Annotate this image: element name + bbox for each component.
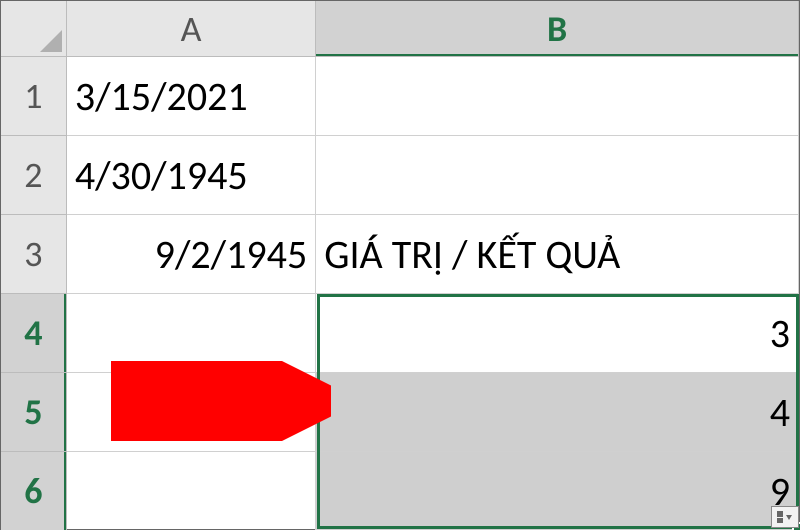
select-all-triangle-icon (40, 30, 62, 52)
cell-B3[interactable]: GIÁ TRỊ / KẾT QUẢ (316, 215, 799, 294)
row-1: 1 3/15/2021 (1, 57, 799, 136)
cell-B6[interactable]: 9 (316, 452, 799, 530)
row-header-2-label: 2 (24, 153, 42, 197)
cell-A1[interactable]: 3/15/2021 (67, 57, 316, 136)
spreadsheet-grid: A B 1 3/15/2021 2 4/30/1945 3 (1, 1, 799, 529)
cell-B4[interactable]: 3 (316, 294, 799, 373)
cell-B5[interactable]: 4 (316, 373, 799, 452)
cell-A3-value: 9/2/1945 (155, 230, 308, 279)
cell-B2[interactable] (316, 136, 799, 215)
row-2: 2 4/30/1945 (1, 136, 799, 215)
select-all-corner[interactable] (1, 1, 67, 57)
row-header-5[interactable]: 5 (1, 373, 67, 452)
cell-B5-value: 4 (770, 388, 790, 437)
autofill-options-icon (776, 510, 794, 524)
cell-A4[interactable] (67, 294, 316, 373)
row-header-4-label: 4 (24, 311, 42, 355)
row-header-3-label: 3 (24, 232, 42, 276)
cell-A5[interactable] (67, 373, 316, 452)
cell-B3-value: GIÁ TRỊ / KẾT QUẢ (324, 230, 620, 279)
cell-B1[interactable] (316, 57, 799, 136)
row-3: 3 9/2/1945 GIÁ TRỊ / KẾT QUẢ (1, 215, 799, 294)
row-header-5-label: 5 (24, 390, 42, 434)
column-header-B[interactable]: B (316, 1, 799, 57)
row-header-3[interactable]: 3 (1, 215, 67, 294)
autofill-options-button[interactable] (771, 506, 799, 528)
row-header-1[interactable]: 1 (1, 57, 67, 136)
cell-A6[interactable] (67, 452, 316, 530)
row-header-1-label: 1 (24, 74, 42, 118)
cell-B4-value: 3 (770, 309, 790, 358)
row-header-6-label: 6 (24, 469, 42, 513)
row-4: 4 3 (1, 294, 799, 373)
cell-A2-value: 4/30/1945 (75, 151, 248, 200)
row-header-4[interactable]: 4 (1, 294, 67, 373)
cell-A1-value: 3/15/2021 (75, 72, 248, 121)
row-6: 6 9 (1, 452, 799, 530)
row-header-2[interactable]: 2 (1, 136, 67, 215)
column-header-B-label: B (547, 7, 567, 51)
column-header-row: A B (1, 1, 799, 57)
column-header-A[interactable]: A (67, 1, 316, 57)
row-5: 5 4 (1, 373, 799, 452)
column-header-A-label: A (181, 7, 202, 51)
row-header-6[interactable]: 6 (1, 452, 67, 530)
cell-A2[interactable]: 4/30/1945 (67, 136, 316, 215)
cell-A3[interactable]: 9/2/1945 (67, 215, 316, 294)
